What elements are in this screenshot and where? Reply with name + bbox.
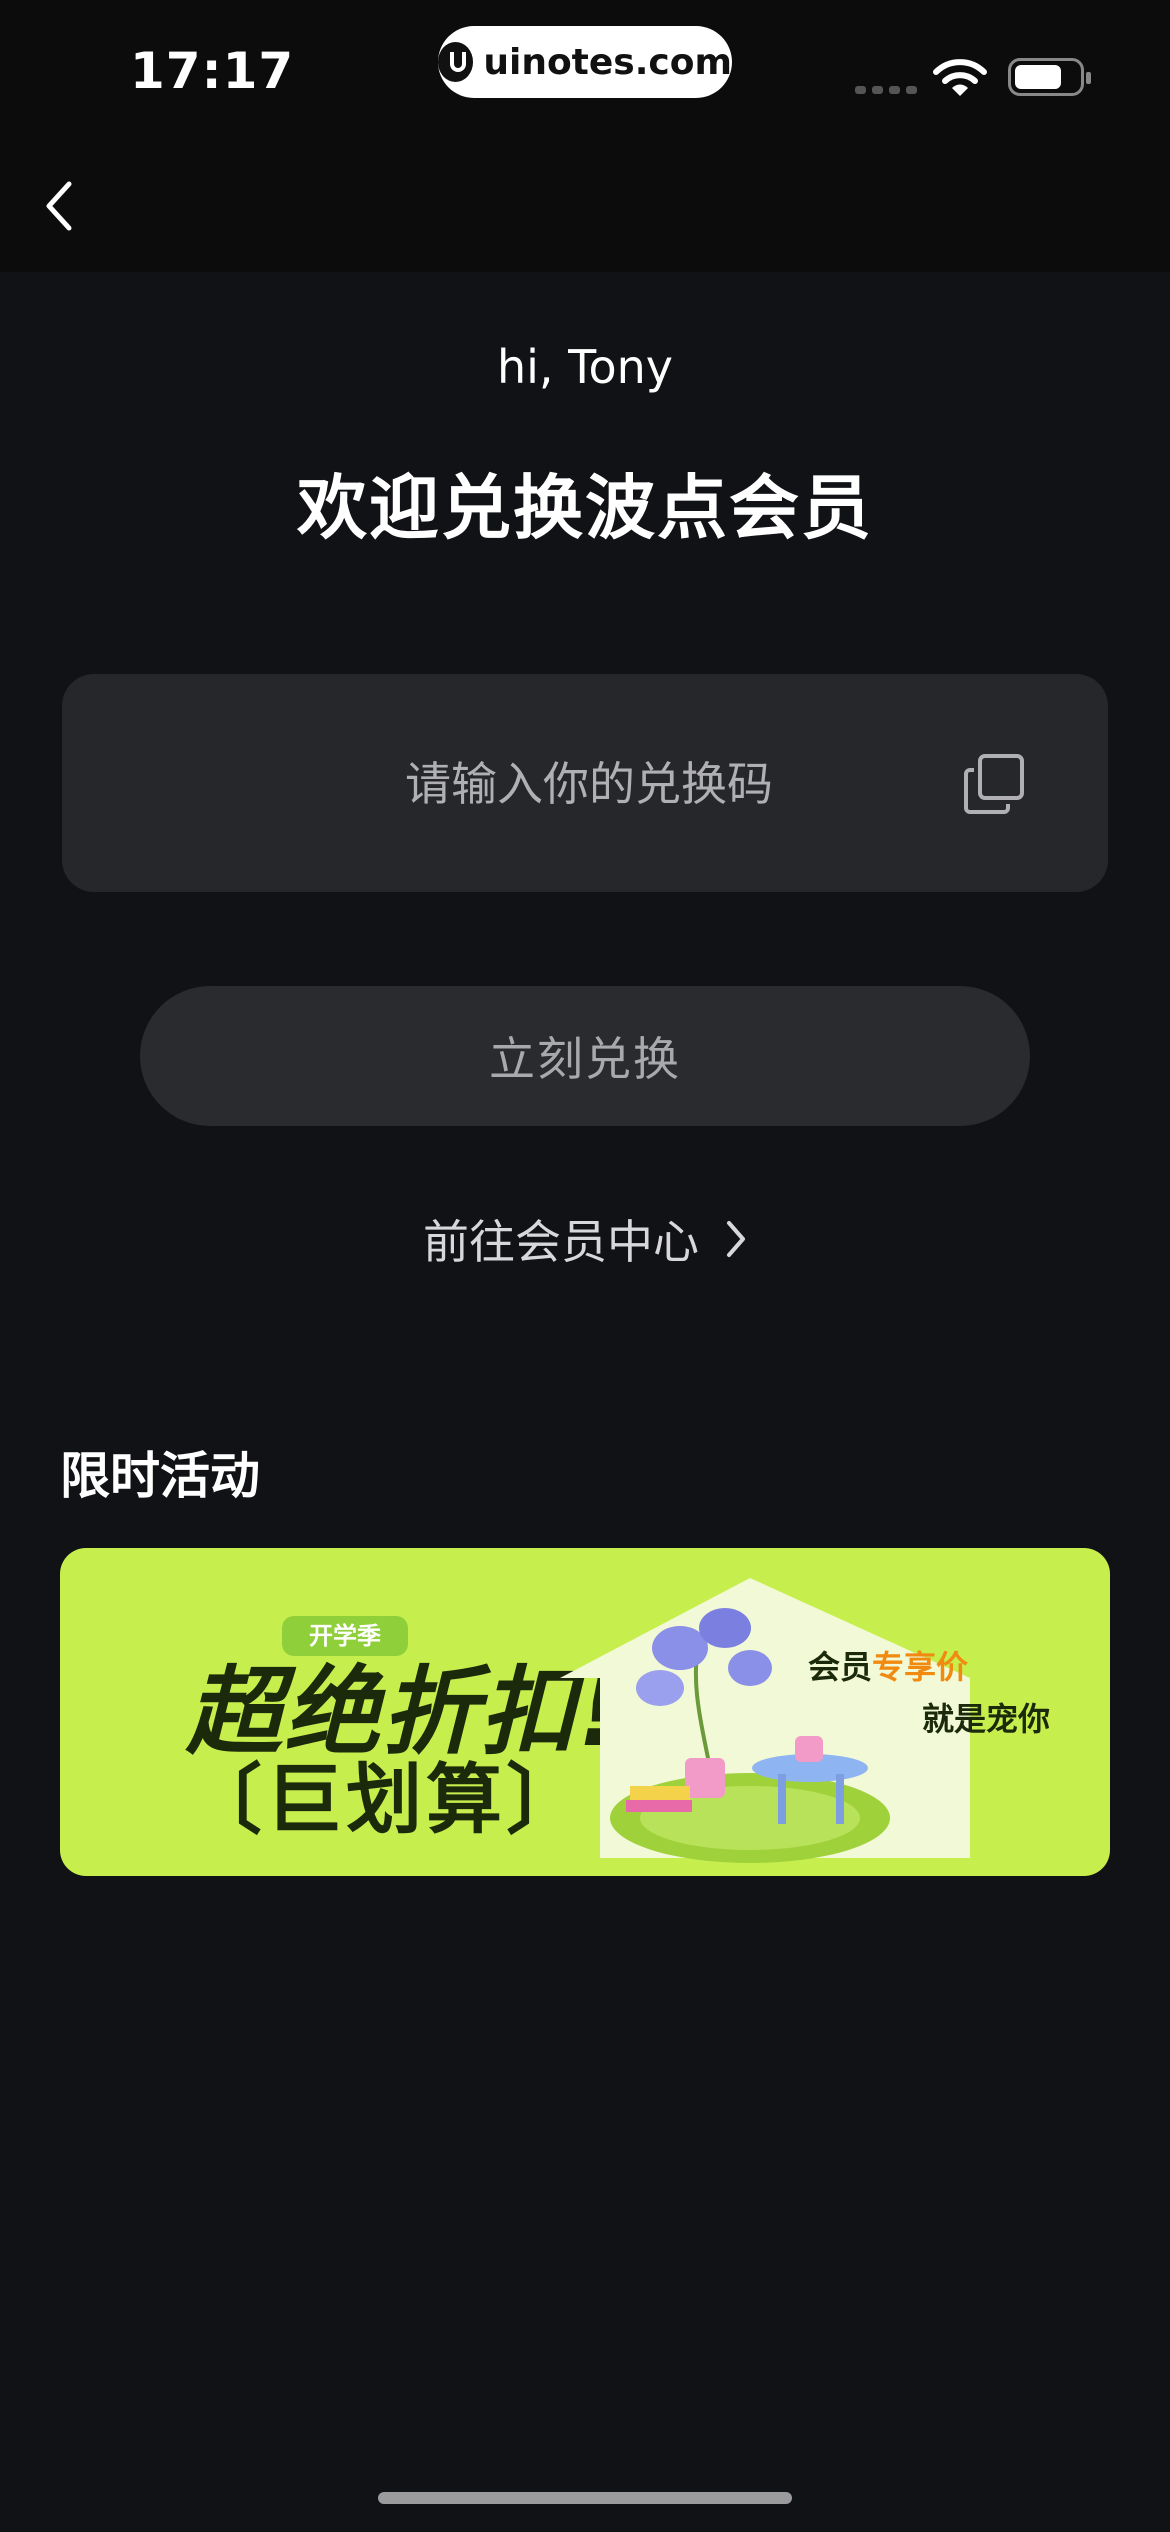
cellular-signal-icon bbox=[855, 86, 917, 94]
nav-bar bbox=[0, 150, 1170, 272]
member-accent-text: 专享价 bbox=[872, 1648, 969, 1686]
promo-banner[interactable]: 开学季 超绝折扣! 〔巨划算〕 会员专享价 就是宠你 bbox=[60, 1548, 1110, 1876]
battery-icon bbox=[1008, 58, 1091, 96]
redeem-code-field[interactable] bbox=[62, 674, 1108, 892]
page-title: 欢迎兑换波点会员 bbox=[297, 467, 873, 549]
member-price-text: 会员专享价 bbox=[808, 1642, 968, 1688]
url-text: uinotes.com bbox=[483, 41, 732, 83]
status-time: 17:17 bbox=[130, 42, 295, 100]
banner-subheadline: 〔巨划算〕 bbox=[186, 1755, 586, 1844]
member-text: 会员 bbox=[808, 1648, 873, 1686]
pet-text: 就是宠你 bbox=[922, 1700, 1051, 1738]
paste-button[interactable] bbox=[962, 752, 1026, 816]
section-title-limited-activity: 限时活动 bbox=[60, 1447, 260, 1505]
site-logo-icon bbox=[438, 42, 474, 82]
redeem-now-button[interactable]: 立刻兑换 bbox=[140, 986, 1030, 1126]
member-center-label: 前往会员中心 bbox=[423, 1215, 699, 1269]
greeting-text: hi, Tony bbox=[497, 340, 673, 394]
wifi-icon bbox=[933, 59, 987, 96]
home-indicator bbox=[378, 2492, 792, 2504]
status-bar: 17:17 uinotes.com bbox=[0, 0, 1170, 150]
chevron-left-icon bbox=[46, 181, 72, 231]
url-pill: uinotes.com bbox=[438, 26, 732, 98]
chevron-right-icon bbox=[727, 1221, 745, 1257]
member-center-link[interactable]: 前往会员中心 bbox=[0, 1206, 1170, 1272]
redeem-code-input[interactable] bbox=[202, 738, 976, 830]
copy-icon bbox=[964, 754, 1024, 814]
back-button[interactable] bbox=[28, 170, 88, 242]
